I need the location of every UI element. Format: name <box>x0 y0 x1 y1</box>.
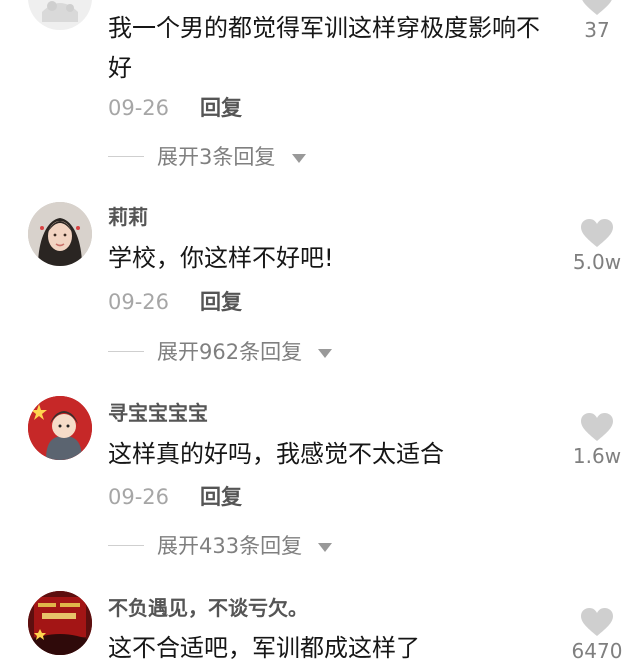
like-button[interactable]: 6470 <box>562 607 632 663</box>
heart-icon <box>581 219 613 247</box>
expand-replies-button[interactable]: 展开433条回复 <box>108 532 348 560</box>
expand-replies-button[interactable]: 展开962条回复 <box>108 338 348 366</box>
like-count: 5.0w <box>572 250 622 274</box>
username[interactable]: 莉莉 <box>108 204 148 230</box>
comment-date: 09-26 <box>108 485 170 509</box>
comment-text: 我一个男的都觉得军训这样穿极度影响不好 <box>108 14 540 82</box>
comment-date: 09-26 <box>108 290 170 314</box>
divider-line <box>108 156 144 157</box>
comment-item: 莉莉 学校，你这样不好吧! 09-26 回复 展开962条回复 5.0w <box>0 196 640 386</box>
chevron-down-icon <box>292 154 306 163</box>
comment-item: 我一个男的都觉得军训这样穿极度影响不好 09-26 回复 展开3条回复 37 <box>0 0 640 190</box>
heart-icon <box>581 608 613 636</box>
chevron-down-icon <box>318 349 332 358</box>
like-button[interactable]: 1.6w <box>562 412 632 468</box>
heart-icon <box>582 0 612 15</box>
comment-text: 这不合适吧，军训都成这样了 <box>108 634 420 662</box>
divider-line <box>108 545 144 546</box>
avatar[interactable] <box>28 0 92 30</box>
username[interactable]: 不负遇见，不谈亏欠。 <box>108 595 308 621</box>
expand-replies-label: 展开962条回复 <box>157 340 303 364</box>
like-button[interactable]: 37 <box>562 0 632 42</box>
like-count: 6470 <box>571 639 623 663</box>
comment-item: 寻宝宝宝宝 这样真的好吗，我感觉不太适合 09-26 回复 展开433条回复 1… <box>0 390 640 580</box>
comment-date: 09-26 <box>108 96 170 120</box>
reply-button[interactable]: 回复 <box>200 483 242 511</box>
reply-button[interactable]: 回复 <box>200 288 242 316</box>
heart-icon <box>581 413 613 441</box>
avatar[interactable] <box>28 591 92 655</box>
like-button[interactable]: 5.0w <box>562 218 632 274</box>
expand-replies-label: 展开433条回复 <box>157 534 303 558</box>
avatar[interactable] <box>28 396 92 460</box>
expand-replies-label: 展开3条回复 <box>157 145 276 169</box>
comment-item: 不负遇见，不谈亏欠。 这不合适吧，军训都成这样了 6470 <box>0 585 640 665</box>
expand-replies-button[interactable]: 展开3条回复 <box>108 143 328 171</box>
comment-text: 学校，你这样不好吧! <box>108 244 334 272</box>
username[interactable]: 寻宝宝宝宝 <box>108 400 208 426</box>
reply-button[interactable]: 回复 <box>200 94 242 122</box>
avatar[interactable] <box>28 202 92 266</box>
divider-line <box>108 351 144 352</box>
comment-text: 这样真的好吗，我感觉不太适合 <box>108 440 444 468</box>
like-count: 37 <box>584 18 610 42</box>
chevron-down-icon <box>318 543 332 552</box>
like-count: 1.6w <box>572 444 622 468</box>
